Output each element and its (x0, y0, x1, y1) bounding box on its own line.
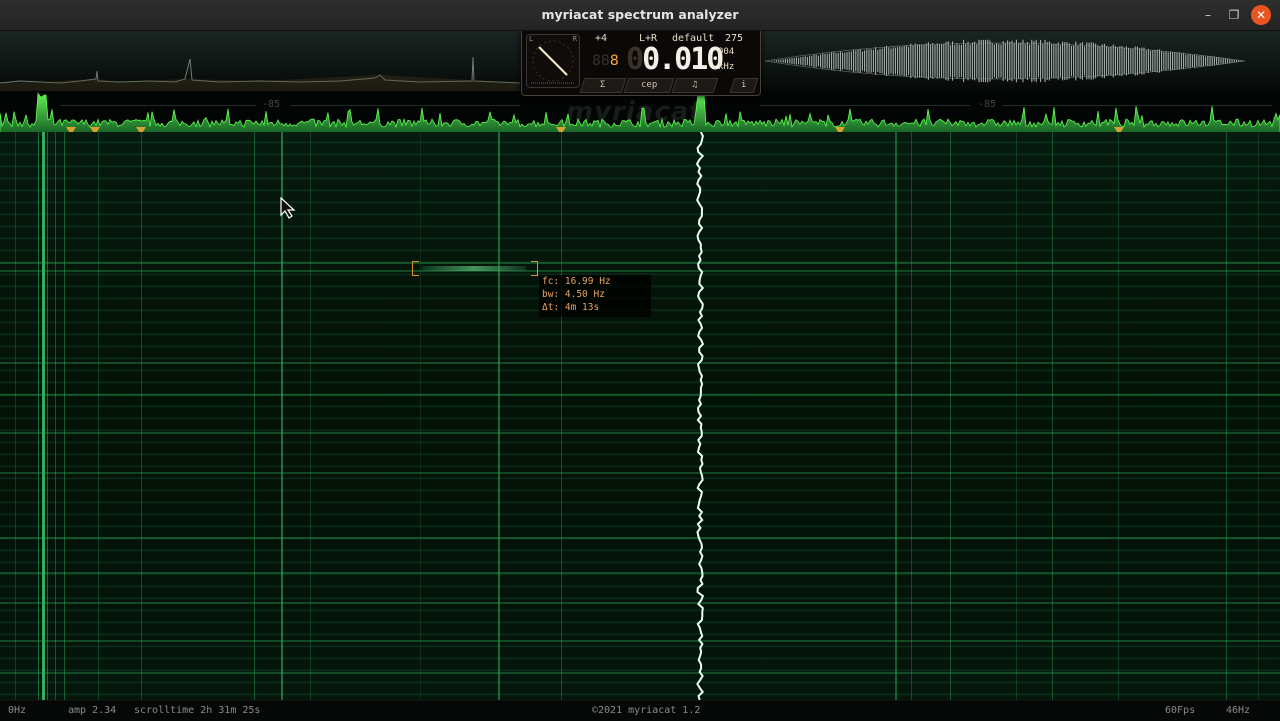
waveform-envelope (771, 39, 1244, 83)
waterfall-frequency-line (911, 132, 912, 700)
waterfall-frequency-line (1118, 132, 1119, 700)
waterfall-frequency-line (1052, 132, 1053, 700)
cepstrum-label: cep (640, 80, 658, 90)
waterfall-time-band (0, 394, 1280, 396)
waterfall-time-band (0, 432, 1280, 434)
close-button[interactable]: ✕ (1251, 5, 1271, 25)
status-fps: 60Fps (1165, 705, 1196, 716)
waterfall-time-band (0, 262, 1280, 264)
sum-button[interactable]: Σ (579, 78, 627, 93)
sum-icon: Σ (600, 80, 606, 90)
bracket-left[interactable] (412, 261, 419, 276)
waterfall-frequency-line (15, 132, 16, 700)
waterfall-frequency-line (254, 132, 255, 700)
octave-display: 888 (592, 53, 619, 69)
waterfall-frequency-line (64, 132, 65, 700)
status-amp: amp 2.34 (68, 705, 117, 716)
waterfall-frequency-line (42, 132, 45, 700)
waterfall-frequency-line (38, 132, 39, 700)
dominant-frequency-trace (695, 132, 705, 700)
status-scrolltime: scrolltime 2h 31m 25s (134, 705, 261, 716)
waterfall-frequency-line (1226, 132, 1227, 700)
info-icon: i (741, 80, 747, 90)
waterfall-lines (0, 132, 1280, 700)
waterfall-frequency-line (141, 132, 142, 700)
selection-bracket[interactable] (412, 261, 538, 276)
waterfall-frequency-line (1016, 132, 1017, 700)
waterfall-spectrogram[interactable] (0, 132, 1280, 700)
frequency-sub-readout: 004 (718, 47, 735, 57)
waterfall-frequency-line (98, 132, 99, 700)
waterfall-frequency-line (950, 132, 951, 700)
panel-button-row: Σ cep ♫ i (579, 78, 759, 93)
tooltip-bandwidth: bw: 4.50 Hz (542, 289, 605, 300)
frequency-value: 0.010 (642, 42, 724, 77)
tooltip-delta-time: Δt: 4m 13s (542, 302, 600, 313)
gauge-needle-icon (531, 40, 575, 84)
bracket-right[interactable] (531, 261, 538, 276)
status-end-frequency: 46Hz (1226, 705, 1251, 716)
cepstrum-button[interactable]: cep (623, 78, 675, 93)
gain-readout[interactable]: +4 (595, 33, 607, 44)
window-title: myriacat spectrum analyzer (541, 7, 739, 22)
frequency-dim-digit: 0 (626, 42, 644, 77)
measurement-tooltip: fc: 16.99 Hz bw: 4.50 Hz Δt: 4m 13s (539, 275, 651, 317)
waterfall-frequency-line (55, 132, 56, 700)
waterfall-frequency-line (561, 132, 562, 700)
waterfall-time-band (0, 672, 1280, 674)
analyzer-area[interactable]: -85 -85 myriacat fc: 16.99 Hz bw: 4.50 H… (0, 31, 1280, 700)
music-note-icon: ♫ (692, 80, 698, 90)
frequency-display[interactable]: 00.010 (626, 42, 724, 77)
status-copyright: ©2021 myriacat 1.2 (592, 705, 701, 716)
minimize-button[interactable]: – (1198, 5, 1218, 25)
waterfall-time-band (0, 640, 1280, 642)
waterfall-frequency-line (498, 132, 500, 700)
control-panel[interactable]: L R +4 L+R default 275 888 00.010 004 kH… (521, 31, 761, 96)
waterfall-graphics (0, 132, 1280, 700)
waterfall-frequency-line (895, 132, 897, 700)
status-start-frequency: 0Hz (8, 705, 27, 716)
octave-dim-digits: 88 (592, 53, 610, 69)
waterfall-frequency-line (47, 132, 48, 700)
waterfall-frequency-line (420, 132, 421, 700)
waterfall-frequency-line (310, 132, 311, 700)
preset-number: 275 (725, 33, 744, 44)
octave-lit-digit: 8 (609, 53, 619, 69)
music-button[interactable]: ♫ (671, 78, 719, 93)
waterfall-time-band (0, 602, 1280, 604)
info-button[interactable]: i (729, 78, 759, 93)
tooltip-center-frequency: fc: 16.99 Hz (542, 276, 611, 287)
spectrum-trace (0, 92, 1280, 134)
frequency-unit: kHz (718, 62, 735, 72)
waterfall-time-band (0, 362, 1280, 364)
waterfall-frequency-line (1258, 132, 1259, 700)
mouse-pointer-icon (280, 197, 296, 219)
selection-highlight (422, 266, 526, 271)
maximize-button[interactable]: ❐ (1224, 5, 1244, 25)
waterfall-time-band (0, 270, 1280, 272)
stereo-gauge[interactable]: L R (526, 34, 580, 88)
waterfall-time-band (0, 472, 1280, 474)
waterfall-time-band (0, 537, 1280, 539)
title-bar: myriacat spectrum analyzer – ❐ ✕ (0, 0, 1280, 31)
waterfall-time-band (0, 572, 1280, 574)
status-bar: 0Hz amp 2.34 scrolltime 2h 31m 25s ©2021… (0, 700, 1280, 721)
